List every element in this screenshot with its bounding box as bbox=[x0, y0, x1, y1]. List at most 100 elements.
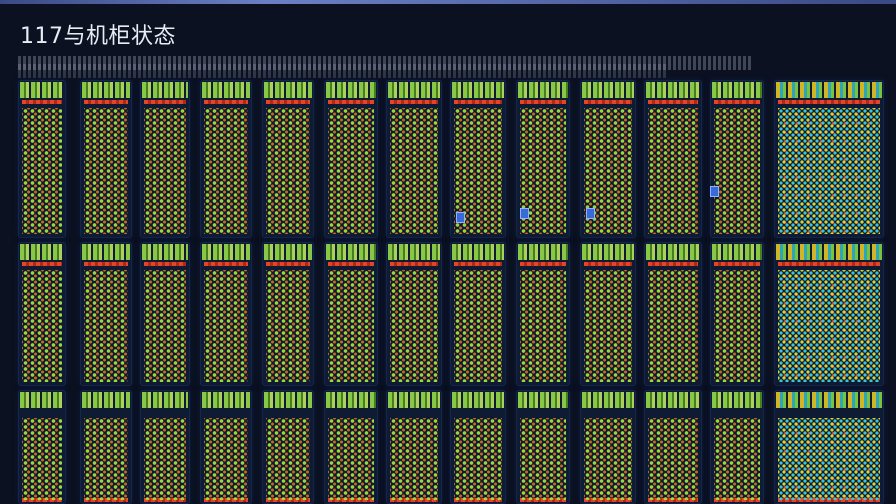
page-title: 117与机柜状态 bbox=[20, 24, 176, 49]
server-rack[interactable] bbox=[644, 80, 702, 238]
rack-header-label bbox=[202, 244, 250, 260]
server-rack[interactable] bbox=[580, 242, 636, 386]
server-rack[interactable] bbox=[516, 390, 570, 504]
server-rack[interactable] bbox=[200, 242, 252, 386]
rack-led-matrix bbox=[204, 108, 248, 234]
server-rack[interactable] bbox=[200, 80, 252, 238]
rack-header-label bbox=[646, 82, 700, 98]
server-rack[interactable] bbox=[18, 80, 66, 238]
server-rack[interactable] bbox=[710, 80, 764, 238]
rack-led-matrix bbox=[390, 418, 438, 500]
rack-led-matrix bbox=[84, 270, 128, 382]
rack-header-label bbox=[452, 392, 504, 408]
rack-header-label bbox=[20, 82, 64, 98]
rack-alert-strip bbox=[648, 262, 698, 266]
rack-led-matrix bbox=[714, 270, 760, 382]
rack-led-matrix bbox=[454, 418, 502, 500]
rack-alert-strip bbox=[454, 100, 502, 104]
server-rack[interactable] bbox=[386, 80, 442, 238]
rack-alert-strip bbox=[204, 262, 248, 266]
server-rack[interactable] bbox=[262, 390, 314, 504]
server-rack[interactable] bbox=[516, 242, 570, 386]
rack-header-label bbox=[202, 392, 250, 408]
rack-header-label bbox=[452, 244, 504, 260]
rack-grid bbox=[14, 78, 890, 504]
server-rack[interactable] bbox=[386, 242, 442, 386]
rack-led-matrix bbox=[714, 108, 760, 234]
rack-led-matrix bbox=[266, 108, 310, 234]
server-rack[interactable] bbox=[450, 242, 506, 386]
rack-header-label bbox=[326, 244, 376, 260]
rack-led-matrix bbox=[144, 108, 186, 234]
server-rack[interactable] bbox=[386, 390, 442, 504]
server-rack[interactable] bbox=[774, 242, 884, 386]
server-rack[interactable] bbox=[140, 242, 190, 386]
rack-led-matrix bbox=[328, 418, 374, 500]
rack-alert-strip bbox=[144, 100, 186, 104]
rack-header-label bbox=[582, 392, 634, 408]
rack-led-matrix bbox=[328, 108, 374, 234]
server-rack[interactable] bbox=[80, 242, 132, 386]
server-rack[interactable] bbox=[644, 242, 702, 386]
rack-alert-strip bbox=[390, 262, 438, 266]
rack-header-label bbox=[646, 244, 700, 260]
status-marker-icon[interactable] bbox=[710, 186, 719, 197]
rack-led-matrix bbox=[204, 418, 248, 500]
rack-alert-strip bbox=[584, 100, 632, 104]
rack-led-matrix bbox=[454, 270, 502, 382]
rack-header-label bbox=[518, 244, 568, 260]
rack-header-label bbox=[582, 82, 634, 98]
rack-header-label bbox=[202, 82, 250, 98]
rack-alert-strip bbox=[328, 100, 374, 104]
server-rack[interactable] bbox=[262, 80, 314, 238]
server-rack[interactable] bbox=[80, 80, 132, 238]
status-marker-icon[interactable] bbox=[456, 212, 465, 223]
server-rack[interactable] bbox=[140, 390, 190, 504]
rack-led-matrix bbox=[584, 270, 632, 382]
rack-header-label bbox=[326, 82, 376, 98]
rack-header-label bbox=[264, 82, 312, 98]
rack-alert-strip bbox=[454, 262, 502, 266]
server-rack[interactable] bbox=[80, 390, 132, 504]
rack-alert-strip bbox=[328, 262, 374, 266]
rack-header-label bbox=[388, 392, 440, 408]
rack-alert-strip bbox=[778, 100, 880, 104]
server-rack[interactable] bbox=[200, 390, 252, 504]
rack-alert-strip bbox=[520, 100, 566, 104]
rack-led-matrix bbox=[144, 418, 186, 500]
server-rack[interactable] bbox=[774, 80, 884, 238]
rack-header-label bbox=[326, 392, 376, 408]
server-rack[interactable] bbox=[644, 390, 702, 504]
rack-led-matrix bbox=[22, 108, 62, 234]
server-rack[interactable] bbox=[580, 390, 636, 504]
rack-alert-strip bbox=[84, 262, 128, 266]
status-marker-icon[interactable] bbox=[586, 208, 595, 219]
rack-led-matrix bbox=[84, 108, 128, 234]
server-rack[interactable] bbox=[140, 80, 190, 238]
server-rack[interactable] bbox=[324, 80, 378, 238]
server-rack[interactable] bbox=[262, 242, 314, 386]
rack-led-matrix bbox=[778, 418, 880, 500]
rack-led-matrix bbox=[204, 270, 248, 382]
rack-alert-strip bbox=[714, 262, 760, 266]
rack-led-matrix bbox=[22, 418, 62, 500]
rack-led-matrix bbox=[714, 418, 760, 500]
rack-header-label bbox=[776, 82, 882, 98]
server-rack[interactable] bbox=[450, 390, 506, 504]
rack-header-label bbox=[518, 392, 568, 408]
rack-header-label bbox=[712, 82, 762, 98]
rack-header-label bbox=[142, 392, 188, 408]
server-rack[interactable] bbox=[710, 390, 764, 504]
server-rack[interactable] bbox=[324, 242, 378, 386]
rack-led-matrix bbox=[390, 108, 438, 234]
server-rack[interactable] bbox=[710, 242, 764, 386]
rack-header-label bbox=[388, 244, 440, 260]
status-marker-icon[interactable] bbox=[520, 208, 529, 219]
server-rack[interactable] bbox=[774, 390, 884, 504]
rack-led-matrix bbox=[328, 270, 374, 382]
rack-header-label bbox=[82, 82, 130, 98]
rack-header-label bbox=[142, 244, 188, 260]
server-rack[interactable] bbox=[18, 242, 66, 386]
server-rack[interactable] bbox=[18, 390, 66, 504]
server-rack[interactable] bbox=[324, 390, 378, 504]
